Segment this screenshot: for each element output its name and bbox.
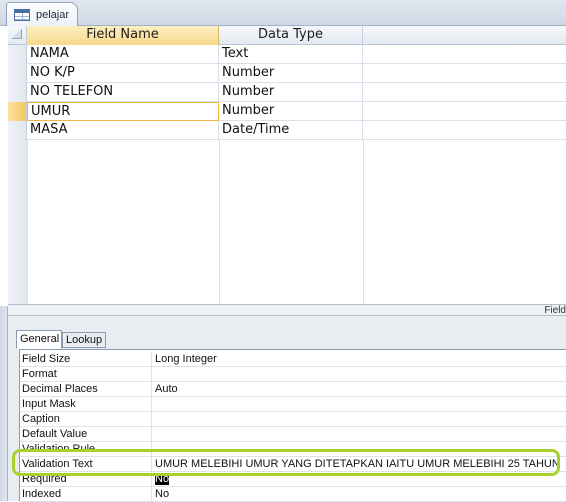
table-design-grid: Field Name Data Type NAMA Text NO K/P Nu… — [0, 26, 566, 306]
data-type-cell[interactable]: Number — [219, 64, 363, 83]
field-name-cell[interactable]: NAMA — [27, 45, 219, 64]
data-type-cell[interactable]: Date/Time — [219, 121, 363, 140]
row-selector[interactable] — [8, 64, 27, 83]
property-label: Input Mask — [20, 397, 152, 412]
field-row[interactable]: NAMA Text — [8, 45, 566, 64]
property-row-input-mask[interactable]: Input Mask — [20, 397, 566, 412]
field-properties-splitter[interactable]: Field — [8, 304, 566, 316]
tab-lookup[interactable]: Lookup — [62, 332, 106, 348]
property-row-decimal-places[interactable]: Decimal Places Auto — [20, 382, 566, 397]
property-value-caption[interactable] — [153, 412, 566, 427]
description-cell[interactable] — [363, 83, 566, 102]
column-header-description[interactable] — [363, 26, 566, 45]
field-name-cell-active[interactable]: UMUR — [27, 102, 219, 121]
column-header-field-name[interactable]: Field Name — [27, 26, 219, 45]
property-value-input-mask[interactable] — [153, 397, 566, 412]
field-row-current[interactable]: UMUR Number — [8, 102, 566, 121]
document-tab-pelajar[interactable]: pelajar — [6, 2, 78, 27]
property-row-field-size[interactable]: Field Size Long Integer — [20, 352, 566, 367]
table-icon — [14, 9, 30, 21]
property-label: Format — [20, 367, 152, 382]
tab-general[interactable]: General — [16, 330, 62, 349]
property-row-default-value[interactable]: Default Value — [20, 427, 566, 442]
field-row[interactable]: MASA Date/Time — [8, 121, 566, 140]
property-value-default-value[interactable] — [153, 427, 566, 442]
grid-header: Field Name Data Type — [8, 26, 566, 45]
property-row-indexed[interactable]: Indexed No — [20, 487, 566, 502]
data-type-cell[interactable]: Number — [219, 83, 363, 102]
row-selector[interactable] — [8, 121, 27, 140]
description-cell[interactable] — [363, 45, 566, 64]
document-tab-label: pelajar — [36, 9, 70, 21]
property-label: Default Value — [20, 427, 152, 442]
field-row[interactable]: NO K/P Number — [8, 64, 566, 83]
property-value-decimal-places[interactable]: Auto — [153, 382, 566, 397]
validation-text-highlight-outline — [12, 449, 560, 476]
property-row-format[interactable]: Format — [20, 367, 566, 382]
data-type-cell[interactable]: Text — [219, 45, 363, 64]
description-cell[interactable] — [363, 102, 566, 121]
field-name-cell[interactable]: NO TELEFON — [27, 83, 219, 102]
row-selector[interactable] — [8, 83, 27, 102]
column-header-data-type[interactable]: Data Type — [219, 26, 363, 45]
property-label: Caption — [20, 412, 152, 427]
empty-grid-area[interactable] — [8, 140, 566, 304]
property-label: Decimal Places — [20, 382, 152, 397]
field-row[interactable]: NO TELEFON Number — [8, 83, 566, 102]
select-all-corner[interactable] — [8, 26, 27, 45]
description-cell[interactable] — [363, 64, 566, 83]
row-selector[interactable] — [8, 45, 27, 64]
property-label: Indexed — [20, 487, 152, 502]
property-label: Field Size — [20, 352, 152, 367]
property-value-format[interactable] — [153, 367, 566, 382]
row-selector-current[interactable] — [8, 102, 27, 121]
data-type-cell[interactable]: Number — [219, 102, 363, 121]
property-value-indexed[interactable]: No — [153, 487, 566, 502]
field-name-cell[interactable]: MASA — [27, 121, 219, 140]
property-sheet: Field Size Long Integer Format Decimal P… — [19, 349, 566, 502]
property-row-caption[interactable]: Caption — [20, 412, 566, 427]
field-name-cell[interactable]: NO K/P — [27, 64, 219, 83]
corner-triangle-icon — [12, 29, 22, 39]
document-tab-strip: pelajar — [0, 0, 566, 27]
property-value-field-size[interactable]: Long Integer — [153, 352, 566, 367]
description-cell[interactable] — [363, 121, 566, 140]
